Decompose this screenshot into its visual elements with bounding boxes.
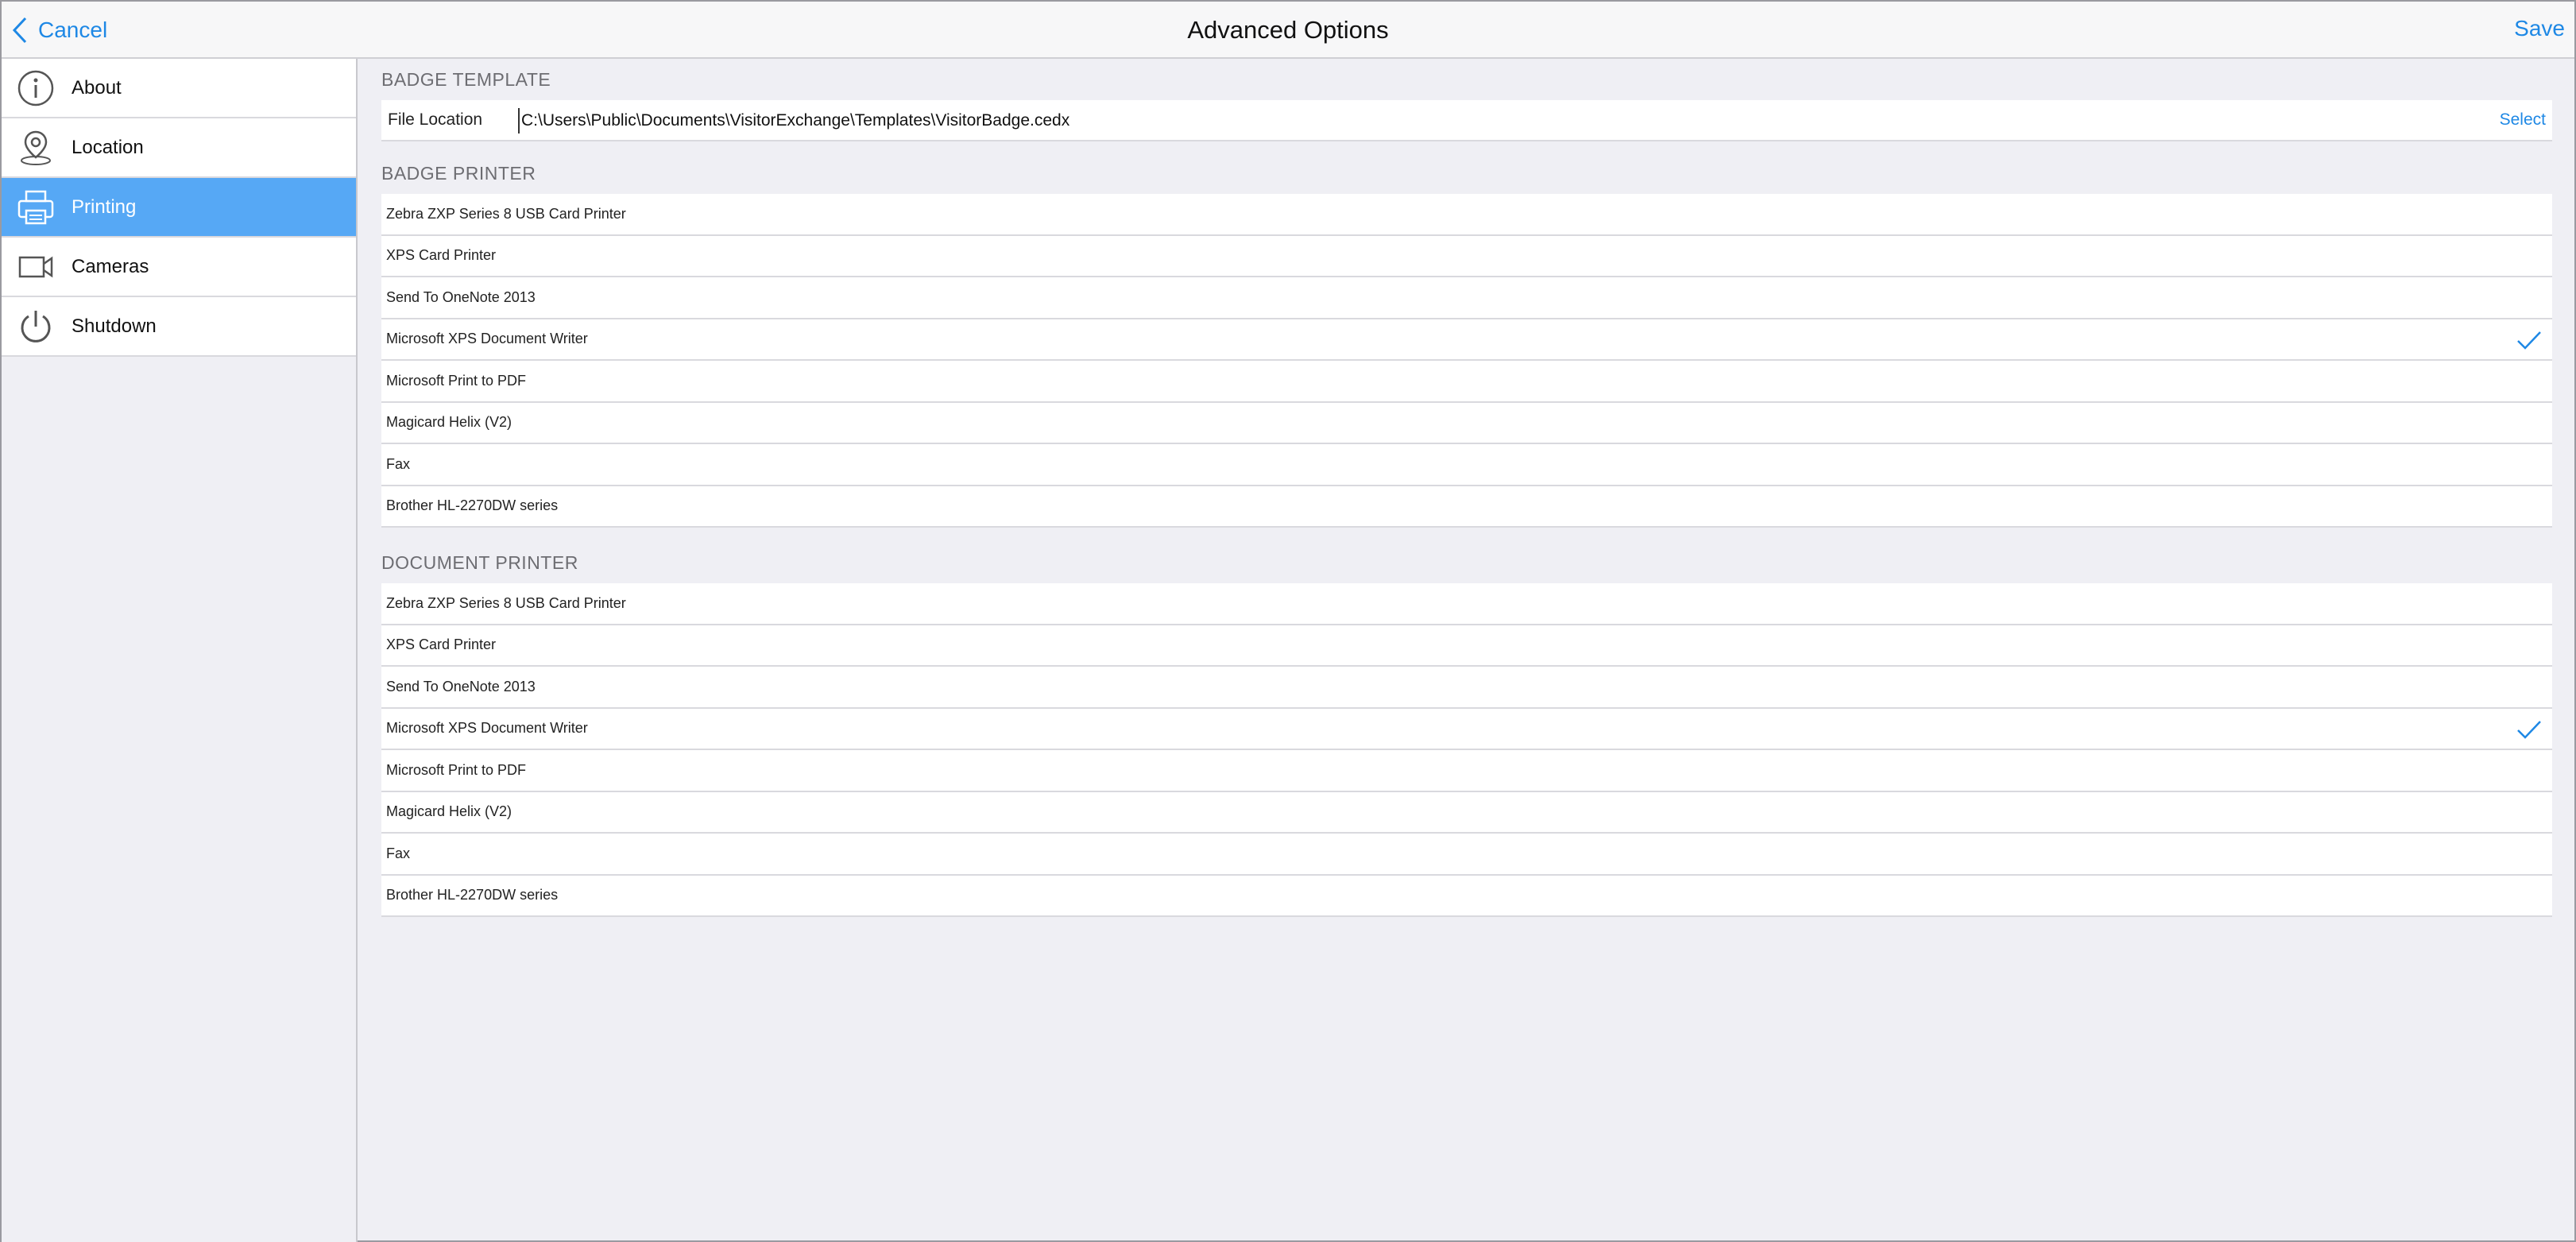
printer-row[interactable]: Brother HL-2270DW series [381, 486, 2552, 528]
printer-name: Brother HL-2270DW series [386, 497, 559, 514]
printer-row[interactable]: Fax [381, 834, 2552, 876]
file-location-input[interactable] [518, 108, 2449, 133]
file-location-label: File Location [388, 110, 483, 129]
printer-name: Fax [386, 845, 411, 861]
printer-row[interactable]: XPS Card Printer [381, 235, 2552, 277]
badge-template-header: BADGE TEMPLATE [381, 69, 551, 90]
sidebar-item-label: Location [72, 136, 144, 158]
printer-name: Microsoft XPS Document Writer [386, 331, 588, 347]
printer-name: Microsoft Print to PDF [386, 372, 527, 389]
printer-icon [16, 189, 56, 226]
printer-name: Zebra ZXP Series 8 USB Card Printer [386, 594, 626, 611]
file-location-row: File Location Select [381, 100, 2552, 141]
printer-row[interactable]: Magicard Helix (V2) [381, 402, 2552, 444]
sidebar-item-label: Printing [72, 195, 137, 218]
printer-row[interactable]: XPS Card Printer [381, 625, 2552, 667]
printer-row[interactable]: Fax [381, 444, 2552, 486]
sidebar-item-cameras[interactable]: Cameras [2, 238, 356, 297]
sidebar-item-label: Cameras [72, 255, 149, 277]
printer-name: Magicard Helix (V2) [386, 803, 512, 820]
page-title: Advanced Options [1187, 16, 1389, 44]
printer-name: Magicard Helix (V2) [386, 414, 512, 431]
printer-name: Brother HL-2270DW series [386, 887, 559, 903]
sidebar-item-location[interactable]: Location [2, 118, 356, 178]
header-bar: Cancel Advanced Options Save [2, 2, 2574, 59]
document-printer-list: Zebra ZXP Series 8 USB Card Printer XPS C… [381, 583, 2552, 917]
printer-name: Send To OneNote 2013 [386, 288, 536, 305]
printer-name: XPS Card Printer [386, 636, 497, 653]
sidebar-item-printing[interactable]: Printing [2, 178, 356, 238]
printer-name: Microsoft XPS Document Writer [386, 720, 588, 737]
printer-name: Zebra ZXP Series 8 USB Card Printer [386, 205, 626, 222]
printer-row[interactable]: Microsoft Print to PDF [381, 361, 2552, 403]
select-file-button[interactable]: Select [2500, 110, 2546, 130]
printer-row[interactable]: Microsoft Print to PDF [381, 750, 2552, 792]
save-button[interactable]: Save [2514, 16, 2565, 41]
printer-row[interactable]: Zebra ZXP Series 8 USB Card Printer [381, 583, 2552, 625]
badge-printer-header: BADGE PRINTER [381, 163, 536, 184]
printer-row[interactable]: Zebra ZXP Series 8 USB Card Printer [381, 194, 2552, 236]
power-icon [16, 308, 56, 345]
sidebar-item-label: Shutdown [72, 315, 157, 337]
sidebar-item-label: About [72, 76, 122, 99]
checkmark-icon [2517, 720, 2541, 739]
printer-row[interactable]: Send To OneNote 2013 [381, 277, 2552, 319]
camera-icon [16, 249, 56, 285]
sidebar: About Location Printing Cameras Shutdown [2, 59, 358, 1242]
printer-name: Microsoft Print to PDF [386, 761, 527, 778]
printer-name: Fax [386, 455, 411, 472]
main-content: BADGE TEMPLATE File Location Select BADG… [381, 59, 2552, 917]
printer-row[interactable]: Magicard Helix (V2) [381, 791, 2552, 834]
printer-row[interactable]: Brother HL-2270DW series [381, 875, 2552, 917]
info-icon [16, 70, 56, 106]
printer-name: XPS Card Printer [386, 247, 497, 264]
printer-row[interactable]: Microsoft XPS Document Writer [381, 319, 2552, 361]
printer-row[interactable]: Microsoft XPS Document Writer [381, 708, 2552, 750]
checkmark-icon [2517, 331, 2541, 350]
location-pin-icon [16, 130, 56, 166]
printer-row[interactable]: Send To OneNote 2013 [381, 667, 2552, 709]
printer-name: Send To OneNote 2013 [386, 678, 536, 695]
sidebar-item-about[interactable]: About [2, 59, 356, 118]
document-printer-header: DOCUMENT PRINTER [381, 552, 578, 573]
badge-printer-list: Zebra ZXP Series 8 USB Card Printer XPS C… [381, 194, 2552, 528]
app-window: Cancel Advanced Options Save About Locat… [0, 0, 2576, 1242]
sidebar-item-shutdown[interactable]: Shutdown [2, 297, 356, 357]
